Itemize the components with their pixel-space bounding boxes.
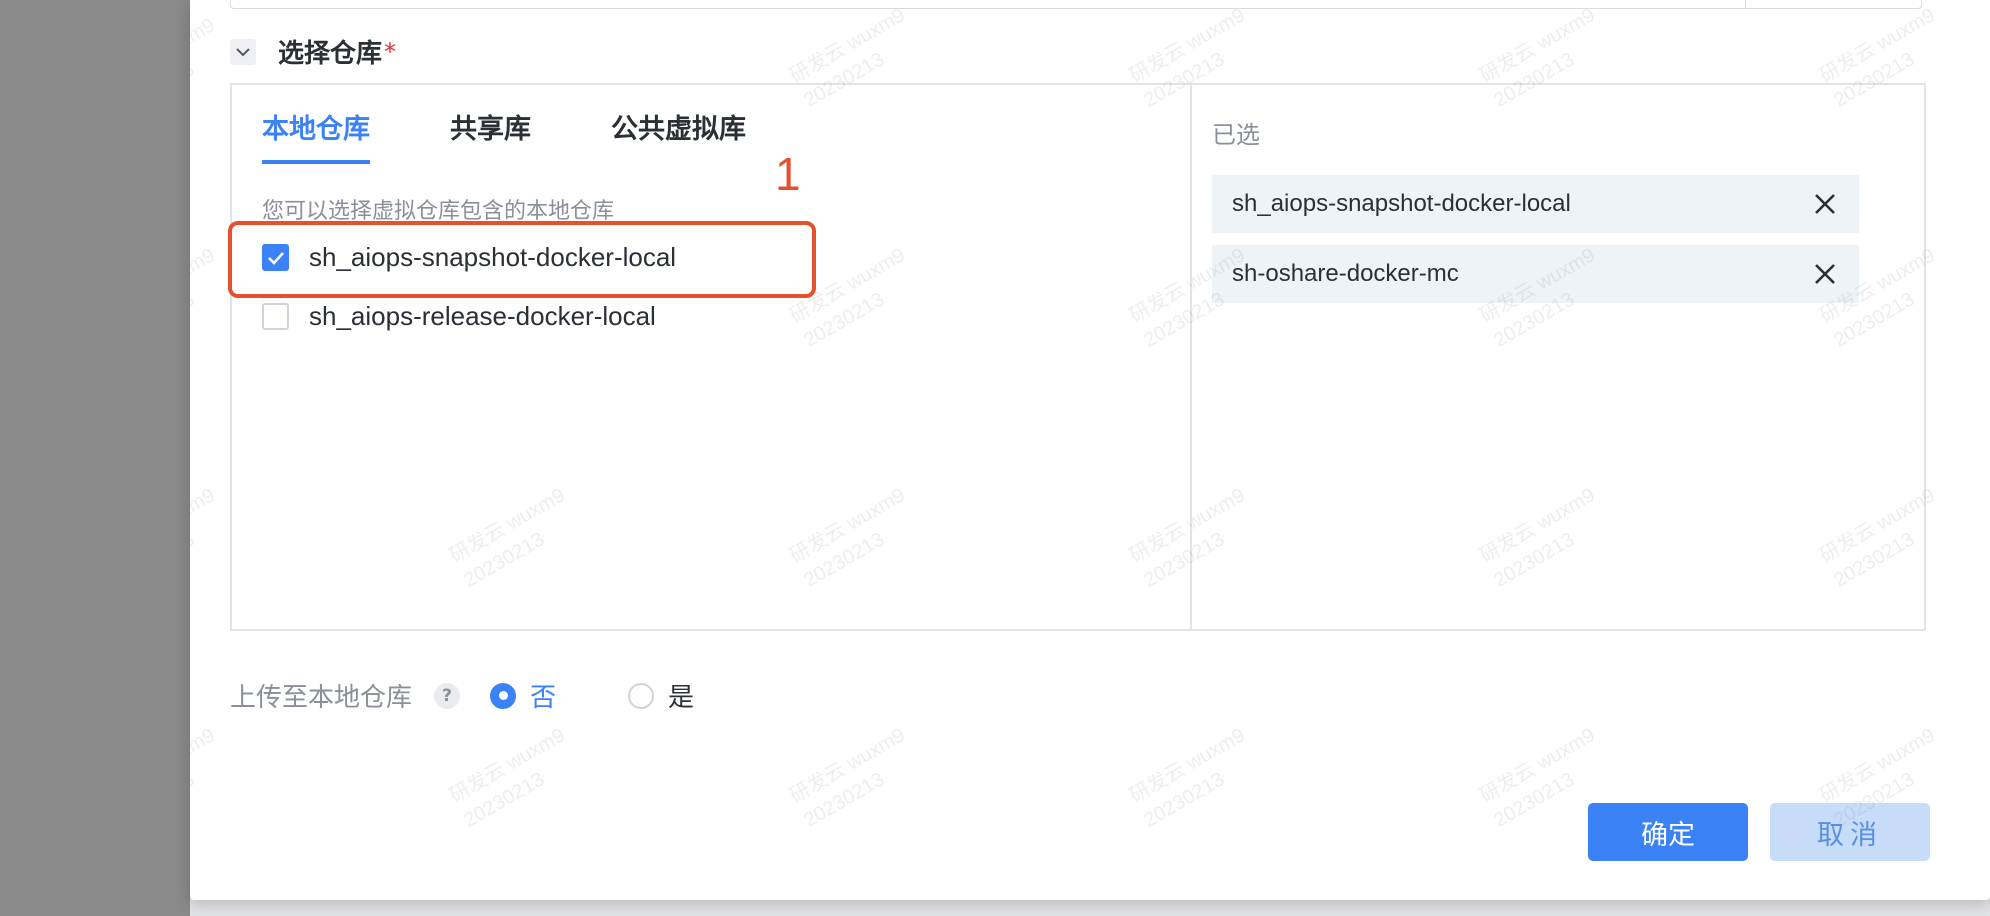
repo-source-pane: 本地仓库 共享库 公共虚拟库 1 您可以选择虚拟仓库包含的本地仓库 sh_aio…: [228, 85, 1192, 629]
selected-item: sh-oshare-docker-mc: [1212, 245, 1859, 303]
upload-label: 上传至本地仓库: [230, 683, 413, 713]
watermark-line1: 研发云 wuxm9: [190, 724, 219, 808]
selected-item-label: sh-oshare-docker-mc: [1232, 260, 1459, 287]
upload-to-local-row: 上传至本地仓库 ? 否 是: [230, 677, 766, 714]
chevron-down-icon: [236, 47, 250, 56]
watermark-line2: 20230213: [800, 768, 889, 832]
watermark-line1: 研发云 wuxm9: [786, 4, 909, 88]
radio-no-label[interactable]: 否: [530, 677, 556, 714]
cancel-button[interactable]: 取消: [1770, 803, 1930, 861]
remove-button[interactable]: [1811, 190, 1839, 218]
tab-local-repo[interactable]: 本地仓库: [262, 107, 370, 164]
watermark-line2: 20230213: [190, 528, 199, 592]
tab-public-virtual-repo[interactable]: 公共虚拟库: [611, 107, 746, 164]
watermark-line2: 20230213: [1140, 768, 1229, 832]
collapse-toggle[interactable]: [230, 38, 256, 65]
radio-dot: [498, 691, 508, 700]
checkbox-checked[interactable]: [262, 244, 289, 271]
checkbox-unchecked[interactable]: [262, 303, 289, 330]
question-icon[interactable]: ?: [434, 682, 461, 709]
watermark-line1: 研发云 wuxm9: [1476, 4, 1599, 88]
watermark-line1: 研发云 wuxm9: [190, 244, 219, 328]
radio-yes-label[interactable]: 是: [668, 677, 694, 714]
watermark-line1: 研发云 wuxm9: [1476, 724, 1599, 808]
top-input-field[interactable]: [230, 0, 1922, 9]
selected-title: 已选: [1212, 121, 1260, 149]
repo-option-label: sh_aiops-release-docker-local: [309, 301, 656, 331]
repository-dialog: 选择仓库 * 本地仓库 共享库 公共虚拟库 1 您可以选择虚拟仓库包含的本地仓库…: [190, 0, 1990, 900]
repo-option[interactable]: sh_aiops-snapshot-docker-local: [262, 242, 676, 273]
tab-shared-repo[interactable]: 共享库: [450, 107, 531, 164]
repo-transfer-panel: 本地仓库 共享库 公共虚拟库 1 您可以选择虚拟仓库包含的本地仓库 sh_aio…: [228, 83, 1926, 631]
watermark-line1: 研发云 wuxm9: [1816, 724, 1939, 808]
radio-yes[interactable]: [628, 682, 655, 709]
confirm-button[interactable]: 确定: [1588, 803, 1748, 861]
selected-item: sh_aiops-snapshot-docker-local: [1212, 175, 1859, 233]
watermark: 研发云 wuxm920230213: [190, 722, 234, 835]
watermark-line1: 研发云 wuxm9: [190, 14, 219, 98]
watermark-line2: 20230213: [460, 768, 549, 832]
section-title: 选择仓库: [278, 39, 383, 69]
annotation-number: 1: [775, 148, 801, 200]
close-icon: [1815, 194, 1835, 214]
watermark: 研发云 wuxm920230213: [1125, 722, 1265, 835]
radio-no[interactable]: [490, 682, 517, 709]
watermark: 研发云 wuxm920230213: [190, 12, 234, 125]
watermark-line2: 20230213: [190, 768, 199, 832]
watermark-line1: 研发云 wuxm9: [190, 484, 219, 568]
watermark-line1: 研发云 wuxm9: [446, 724, 569, 808]
watermark-line1: 研发云 wuxm9: [1816, 4, 1939, 88]
close-icon: [1815, 264, 1835, 284]
watermark-line1: 研发云 wuxm9: [1126, 724, 1249, 808]
repo-tabs: 本地仓库 共享库 公共虚拟库: [262, 107, 826, 164]
watermark-line2: 20230213: [190, 58, 199, 122]
field-divider: [1745, 0, 1746, 8]
remove-button[interactable]: [1811, 260, 1839, 288]
watermark: 研发云 wuxm920230213: [445, 722, 585, 835]
required-mark: *: [384, 37, 397, 66]
watermark: 研发云 wuxm920230213: [785, 722, 925, 835]
watermark-line1: 研发云 wuxm9: [1126, 4, 1249, 88]
section-header: 选择仓库 *: [230, 33, 396, 70]
selected-pane: 已选 sh_aiops-snapshot-docker-local sh-osh…: [1192, 85, 1924, 629]
watermark-line1: 研发云 wuxm9: [786, 724, 909, 808]
checkmark-icon: [267, 251, 284, 265]
background-page-bottom: [190, 898, 1990, 916]
repo-option-label: sh_aiops-snapshot-docker-local: [309, 242, 677, 272]
watermark: 研发云 wuxm920230213: [190, 482, 234, 595]
selected-item-label: sh_aiops-snapshot-docker-local: [1232, 190, 1571, 217]
repo-option[interactable]: sh_aiops-release-docker-local: [262, 301, 656, 332]
